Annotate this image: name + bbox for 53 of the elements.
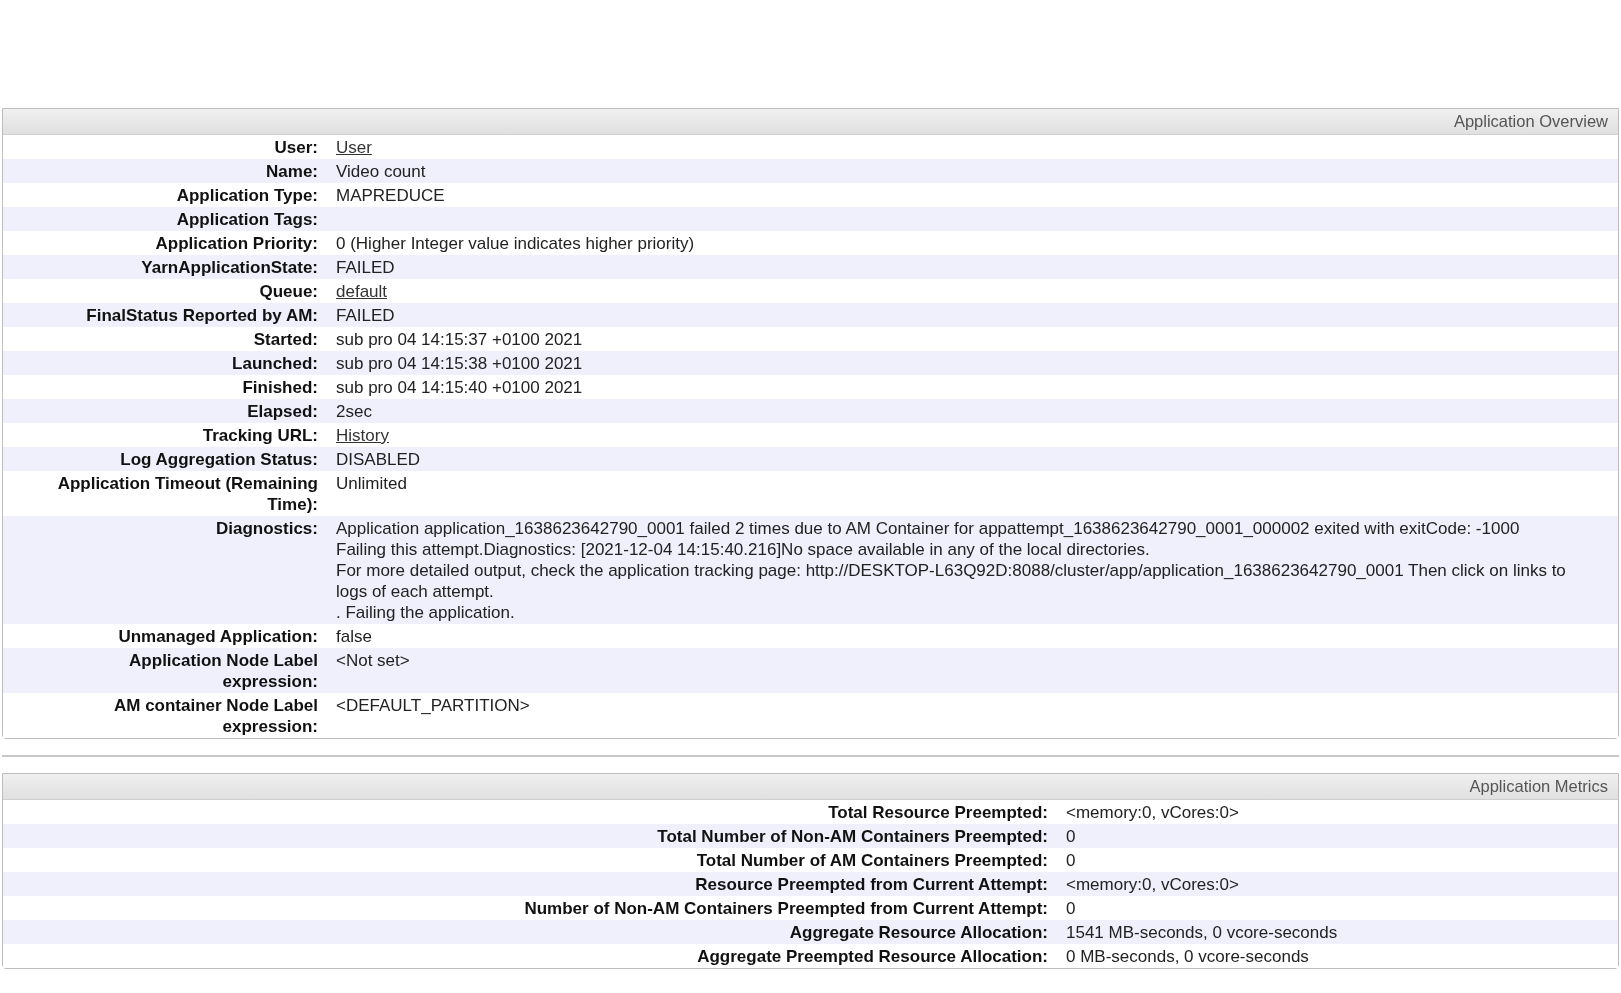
field-label: AM container Node Label expression:	[113, 695, 318, 736]
panel-title: Application Overview	[1453, 111, 1608, 133]
field-label: Finished:	[242, 377, 318, 397]
field-value: 2sec	[336, 400, 373, 422]
field-label: Total Number of Non-AM Containers Preempted:	[657, 826, 1048, 846]
field-label: Diagnostics:	[215, 518, 318, 538]
field-label: Application Node Label expression:	[129, 650, 318, 691]
field-value: 0	[1066, 825, 1077, 847]
field-value: FAILED	[336, 304, 396, 326]
field-value: 0	[1066, 849, 1077, 871]
field-label: Queue:	[259, 281, 318, 301]
field-value: FAILED	[336, 256, 396, 278]
field-value: MAPREDUCE	[336, 184, 446, 206]
field-value: Application application_1638623642790_0001 failed 2 times due to AM Container for appattempt_1638623642790_0001_000002 exited with exitCode: -1000 Failing this attempt.Diagnostics: [2021-12-04 14:15:40.216]No space available in any of the local directories. For more detailed output, check the application tracking page: http://DESKTOP-L63Q92D:8088/cluster/app/application_1638623642790_0001 Then click on links to logs of each attempt. . Failing the application.	[336, 517, 1567, 623]
field-value: <memory:0, vCores:0>	[1066, 873, 1240, 895]
field-label: Application Type:	[176, 185, 318, 205]
field-value: sub pro 04 14:15:37 +0100 2021	[336, 328, 584, 350]
field-value: sub pro 04 14:15:38 +0100 2021	[336, 352, 584, 374]
field-label: Application Tags:	[176, 209, 318, 229]
field-label: YarnApplicationState:	[141, 257, 318, 277]
field-label: Name:	[266, 161, 318, 181]
field-value: <memory:0, vCores:0>	[1066, 801, 1240, 823]
field-label: Application Timeout (Remaining Time):	[57, 473, 318, 514]
field-label: Total Number of AM Containers Preempted:	[696, 850, 1048, 870]
field-label: Application Priority:	[155, 233, 318, 253]
field-label: Aggregate Resource Allocation:	[789, 922, 1048, 942]
value-link[interactable]: default	[336, 281, 388, 301]
value-link[interactable]: User	[336, 137, 372, 157]
field-value: 0 MB-seconds, 0 vcore-seconds	[1066, 945, 1310, 967]
field-label: Resource Preempted from Current Attempt:	[695, 874, 1048, 894]
field-value: <Not set>	[336, 649, 411, 671]
field-label: Number of Non-AM Containers Preempted from Current Attempt:	[524, 898, 1048, 918]
field-label: Total Resource Preempted:	[828, 802, 1048, 822]
field-value: DISABLED	[336, 448, 422, 470]
field-value: false	[336, 625, 373, 647]
field-value: 0	[1066, 897, 1077, 919]
field-value: 0 (Higher Integer value indicates higher priority)	[336, 232, 696, 254]
value-link[interactable]: History	[336, 425, 389, 445]
field-label: Elapsed:	[247, 401, 318, 421]
field-label: Started:	[253, 329, 318, 349]
field-label: Log Aggregation Status:	[120, 449, 318, 469]
field-label: Tracking URL:	[202, 425, 318, 445]
field-value: <DEFAULT_PARTITION>	[336, 694, 531, 716]
field-value: 1541 MB-seconds, 0 vcore-seconds	[1066, 921, 1339, 943]
field-value: Video count	[336, 160, 427, 182]
field-label: Launched:	[232, 353, 318, 373]
field-label: User:	[274, 137, 318, 157]
field-value: sub pro 04 14:15:40 +0100 2021	[336, 376, 584, 398]
field-value: Unlimited	[336, 472, 408, 494]
panel-title: Application Metrics	[1469, 776, 1608, 798]
field-label: FinalStatus Reported by AM:	[86, 305, 318, 325]
field-label: Aggregate Preempted Resource Allocation:	[697, 946, 1048, 966]
field-label: Unmanaged Application:	[118, 626, 318, 646]
